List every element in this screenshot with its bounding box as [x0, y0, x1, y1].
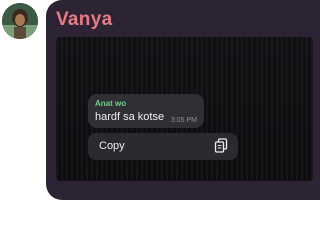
message-time: 3:05 PM — [170, 117, 197, 124]
context-menu: Copy — [88, 133, 238, 160]
copy-icon[interactable] — [214, 138, 228, 159]
media-preview[interactable]: Anat wo hardf sa kotse 3:05 PM Copy — [56, 37, 313, 181]
copy-label: Copy — [99, 140, 125, 152]
message-card: Vanya Anat wo hardf sa kotse 3:05 PM Cop… — [46, 0, 320, 200]
message-author: Anat wo — [95, 99, 127, 108]
quoted-message-bubble[interactable]: Anat wo hardf sa kotse 3:05 PM — [88, 94, 204, 128]
sender-name[interactable]: Vanya — [56, 9, 112, 31]
avatar[interactable] — [2, 3, 38, 39]
avatar-photo — [2, 3, 38, 39]
copy-icon-graphic — [214, 138, 228, 153]
message-text: hardf sa kotse — [95, 111, 165, 123]
